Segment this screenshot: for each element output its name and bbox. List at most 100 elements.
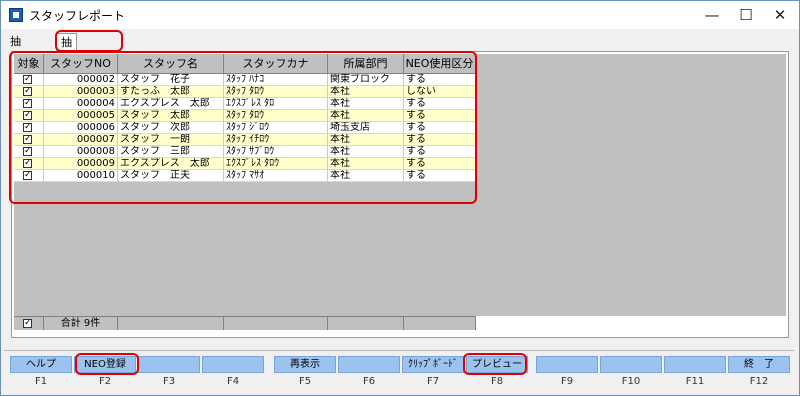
function-key-f2[interactable]: NEO登録: [74, 356, 136, 373]
function-key-label: F1: [34, 376, 48, 387]
function-key-f1[interactable]: ヘルプ: [10, 356, 72, 373]
cell-no: 000006: [44, 122, 118, 134]
cell-dept: 埼玉支店: [328, 122, 404, 134]
cell-neo: する: [404, 134, 476, 146]
row-checkbox[interactable]: ✓: [23, 111, 32, 120]
function-key-f9[interactable]: [536, 356, 598, 373]
cell-dept: 本社: [328, 158, 404, 170]
function-key-f4[interactable]: [202, 356, 264, 373]
cell-neo: する: [404, 74, 476, 86]
column-header[interactable]: NEO使用区分: [404, 54, 476, 74]
cell-no: 000003: [44, 86, 118, 98]
function-key-label: F10: [621, 376, 641, 387]
row-select-cell: ✓: [14, 170, 44, 182]
column-header[interactable]: スタッフカナ: [224, 54, 328, 74]
maximize-button[interactable]: ☐: [729, 1, 763, 29]
cell-neo: する: [404, 110, 476, 122]
cell-kana: ｽﾀｯﾌ ﾏｻｵ: [224, 170, 328, 182]
row-checkbox[interactable]: ✓: [23, 123, 32, 132]
divider: [4, 350, 794, 351]
row-checkbox[interactable]: ✓: [23, 99, 32, 108]
column-header[interactable]: スタッフNO: [44, 54, 118, 74]
cell-kana: ｽﾀｯﾌ ｲﾁﾛｳ: [224, 134, 328, 146]
row-checkbox[interactable]: ✓: [23, 75, 32, 84]
function-key-label: F2: [98, 376, 112, 387]
cell-no: 000008: [44, 146, 118, 158]
cell-no: 000009: [44, 158, 118, 170]
function-key-f3[interactable]: [138, 356, 200, 373]
cell-no: 000010: [44, 170, 118, 182]
cell-neo: しない: [404, 86, 476, 98]
row-checkbox[interactable]: ✓: [23, 171, 32, 180]
cell-kana: ｽﾀｯﾌ ｼﾞﾛｳ: [224, 122, 328, 134]
column-header[interactable]: 対象: [14, 54, 44, 74]
cell-kana: ｴｸｽﾌﾟﾚｽ ﾀﾛｳ: [224, 158, 328, 170]
cell-dept: 本社: [328, 170, 404, 182]
cell-kana: ｽﾀｯﾌ ﾀﾛｳ: [224, 110, 328, 122]
cell-no: 000007: [44, 134, 118, 146]
cell-dept: 本社: [328, 98, 404, 110]
cell-dept: 関東ブロック: [328, 74, 404, 86]
function-key-f11[interactable]: [664, 356, 726, 373]
cell-neo: する: [404, 122, 476, 134]
cell-no: 000004: [44, 98, 118, 110]
cell-kana: ｴｸｽﾌﾟﾚｽ ﾀﾛ: [224, 98, 328, 110]
function-key-f5[interactable]: 再表示: [274, 356, 336, 373]
close-button[interactable]: ✕: [763, 1, 797, 29]
tab-extract-results[interactable]: 抽出結果: [56, 33, 77, 100]
row-select-cell: ✓: [14, 98, 44, 110]
tab-extract-conditions[interactable]: 抽出条件: [6, 33, 25, 99]
cell-dept: 本社: [328, 110, 404, 122]
row-select-cell: ✓: [14, 74, 44, 86]
app-icon: [9, 8, 23, 22]
function-key-f10[interactable]: [600, 356, 662, 373]
row-select-cell: ✓: [14, 86, 44, 98]
cell-name: スタッフ 正夫: [118, 170, 224, 182]
function-key-label: F12: [749, 376, 769, 387]
footer-select-cell: ✓: [14, 316, 44, 330]
cell-neo: する: [404, 98, 476, 110]
total-count: 合計 9件: [44, 316, 118, 330]
column-header[interactable]: スタッフ名: [118, 54, 224, 74]
footer-cell: [404, 316, 476, 330]
function-key-f7[interactable]: ｸﾘｯﾌﾟﾎﾞｰﾄﾞ: [402, 356, 464, 373]
cell-neo: する: [404, 146, 476, 158]
cell-name: スタッフ 花子: [118, 74, 224, 86]
function-key-label: F5: [298, 376, 312, 387]
cell-name: スタッフ 太郎: [118, 110, 224, 122]
row-checkbox[interactable]: ✓: [23, 147, 32, 156]
title-bar: スタッフレポート — ☐ ✕: [1, 1, 799, 29]
row-checkbox[interactable]: ✓: [23, 87, 32, 96]
cell-no: 000005: [44, 110, 118, 122]
row-select-cell: ✓: [14, 122, 44, 134]
column-header[interactable]: 所属部門: [328, 54, 404, 74]
function-key-f8[interactable]: プレビュー: [466, 356, 528, 373]
row-select-cell: ✓: [14, 158, 44, 170]
cell-neo: する: [404, 158, 476, 170]
function-key-label: F9: [560, 376, 574, 387]
cell-name: エクスプレス 太郎: [118, 158, 224, 170]
function-key-label: F11: [685, 376, 705, 387]
select-all-checkbox[interactable]: ✓: [23, 319, 32, 328]
cell-dept: 本社: [328, 86, 404, 98]
function-key-f12[interactable]: 終 了: [728, 356, 790, 373]
function-key-label: F4: [226, 376, 240, 387]
row-checkbox[interactable]: ✓: [23, 135, 32, 144]
function-key-label: F3: [162, 376, 176, 387]
cell-kana: ｽﾀｯﾌ ﾀﾛｳ: [224, 86, 328, 98]
cell-dept: 本社: [328, 146, 404, 158]
row-checkbox[interactable]: ✓: [23, 159, 32, 168]
minimize-button[interactable]: —: [695, 1, 729, 29]
function-key-label: F6: [362, 376, 376, 387]
cell-neo: する: [404, 170, 476, 182]
function-key-label: F8: [490, 376, 504, 387]
cell-name: スタッフ 次郎: [118, 122, 224, 134]
footer-cell: [118, 316, 224, 330]
cell-name: スタッフ 三郎: [118, 146, 224, 158]
row-select-cell: ✓: [14, 146, 44, 158]
function-key-f6[interactable]: [338, 356, 400, 373]
cell-name: スタッフ 一朗: [118, 134, 224, 146]
cell-dept: 本社: [328, 134, 404, 146]
footer-cell: [224, 316, 328, 330]
cell-kana: ｽﾀｯﾌ ﾊﾅｺ: [224, 74, 328, 86]
